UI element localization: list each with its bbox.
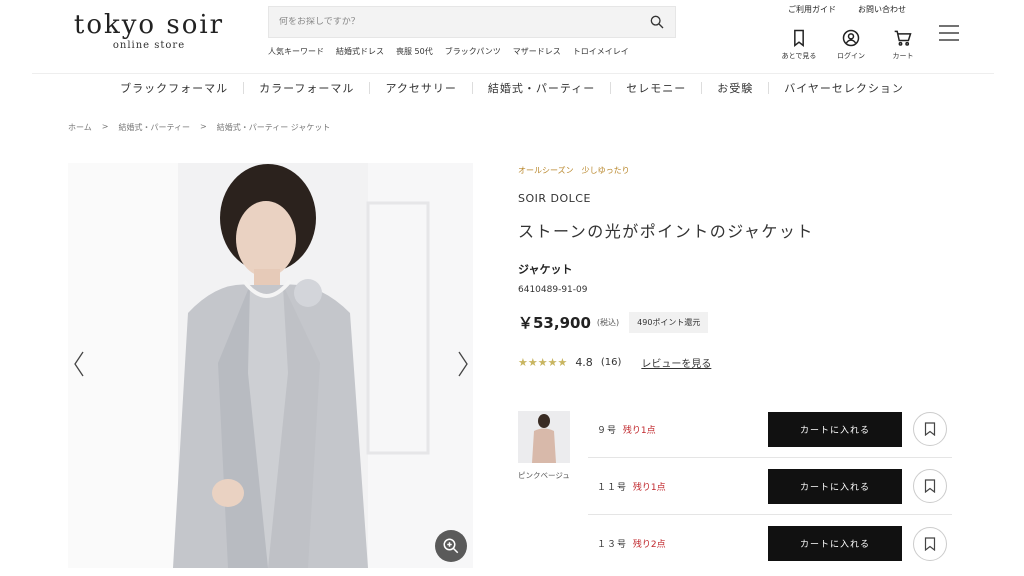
points-badge: 490ポイント還元	[629, 312, 709, 333]
category-color-formal[interactable]: カラーフォーマル	[244, 80, 369, 96]
size-label: １３号 残り2点	[588, 537, 758, 550]
size-row: １３号 残り2点 カートに入れる	[588, 515, 952, 572]
size-label: ９号 残り1点	[588, 423, 758, 436]
review-count: (16)	[600, 357, 622, 368]
cart-label: カート	[892, 52, 914, 60]
breadcrumb-home[interactable]: ホーム	[68, 122, 92, 133]
rating-value: 4.8	[575, 356, 593, 369]
breadcrumb-separator: >	[200, 122, 207, 131]
category-wedding-party[interactable]: 結婚式・パーティー	[473, 80, 610, 96]
zoom-button[interactable]	[435, 530, 467, 562]
keyword-link[interactable]: ブラックパンツ	[445, 46, 501, 57]
review-link[interactable]: レビューを見る	[641, 355, 711, 370]
favorite-button[interactable]	[913, 412, 947, 446]
popular-keywords: 人気キーワード 結婚式ドレス 喪服 50代 ブラックパンツ マザードレス トロイ…	[268, 46, 629, 57]
product-type: ジャケット	[518, 263, 573, 276]
bookmark-icon	[924, 479, 936, 493]
keyword-link[interactable]: 喪服 50代	[396, 46, 433, 57]
size-value: １３号	[597, 540, 628, 550]
category-accessories[interactable]: アクセサリー	[370, 80, 471, 96]
favorite-button[interactable]	[913, 469, 947, 503]
saved-items-button[interactable]: あとで見る	[780, 28, 818, 61]
breadcrumb-current: 結婚式・パーティー ジャケット	[216, 123, 331, 132]
category-black-formal[interactable]: ブラックフォーマル	[105, 80, 243, 96]
header-divider	[32, 73, 994, 74]
add-to-cart-button[interactable]: カートに入れる	[768, 468, 902, 504]
user-icon	[842, 29, 860, 47]
size-value: ９号	[597, 425, 618, 436]
keyword-link[interactable]: マザードレス	[513, 46, 561, 57]
logo-sub-text: online store	[112, 40, 186, 51]
product-title: ストーンの光がポイントのジャケット	[518, 222, 814, 241]
cart-button[interactable]: カート	[884, 28, 922, 61]
product-photo	[68, 163, 473, 568]
hamburger-menu-icon[interactable]	[938, 24, 960, 42]
login-button[interactable]: ログイン	[832, 28, 870, 61]
stock-status: 残り2点	[632, 540, 666, 550]
tax-note: (税込)	[596, 318, 620, 327]
product-code: 6410489-91-09	[518, 285, 588, 295]
breadcrumb-separator: >	[101, 122, 109, 131]
breadcrumb-category[interactable]: 結婚式・パーティー	[118, 122, 190, 133]
logo-main-text: tokyo soir	[73, 10, 225, 40]
size-value: １１号	[597, 482, 628, 493]
size-row: ９号 残り1点 カートに入れる	[588, 401, 952, 458]
swatch-thumbnail	[518, 411, 570, 463]
contact-link[interactable]: お問い合わせ	[858, 4, 906, 15]
category-nav: ブラックフォーマル カラーフォーマル アクセサリー 結婚式・パーティー セレモニ…	[0, 80, 1024, 96]
stock-status: 残り1点	[632, 482, 666, 493]
size-label: １１号 残り1点	[588, 480, 758, 493]
bookmark-icon	[924, 536, 936, 551]
utility-links: ご利用ガイド お問い合わせ	[788, 4, 906, 15]
guide-link[interactable]: ご利用ガイド	[788, 4, 836, 15]
category-buyer-selection[interactable]: バイヤーセレクション	[769, 80, 919, 96]
keywords-heading: 人気キーワード	[268, 47, 324, 56]
add-to-cart-button[interactable]: カートに入れる	[768, 526, 902, 561]
search-input[interactable]	[279, 17, 649, 27]
rating-row: ★★★★★ 4.8 (16) レビューを見る	[518, 355, 711, 370]
stock-status: 残り1点	[622, 425, 656, 436]
search-bar	[268, 6, 676, 38]
product-tags: オールシーズン 少しゆったり	[518, 165, 630, 176]
site-logo[interactable]: tokyo soir online store	[68, 10, 230, 51]
prev-image-arrow-icon[interactable]	[72, 350, 86, 378]
keyword-link[interactable]: トロイメイレイ	[573, 46, 629, 57]
color-swatch[interactable]	[518, 411, 570, 463]
fit-tag: 少しゆったり	[581, 166, 630, 175]
price-row: ￥53,900 (税込) 490ポイント還元	[518, 312, 709, 333]
add-to-cart-button[interactable]: カートに入れる	[768, 411, 902, 447]
brand-name[interactable]: SOIR DOLCE	[518, 192, 591, 205]
rating-stars: ★★★★★	[518, 356, 568, 369]
search-icon[interactable]	[649, 14, 665, 30]
season-tag: オールシーズン	[518, 166, 574, 175]
favorite-button[interactable]	[913, 526, 947, 561]
zoom-in-icon	[443, 538, 459, 554]
category-ceremony[interactable]: セレモニー	[611, 80, 701, 96]
color-name: ピンクベージュ	[518, 471, 570, 480]
keyword-link[interactable]: 結婚式ドレス	[336, 46, 384, 57]
bookmark-icon	[924, 422, 936, 436]
breadcrumb: ホーム > 結婚式・パーティー > 結婚式・パーティー ジャケット	[68, 122, 330, 133]
product-image[interactable]	[68, 163, 473, 568]
size-row: １１号 残り1点 カートに入れる	[588, 458, 952, 515]
saved-items-label: あとで見る	[781, 52, 817, 60]
next-image-arrow-icon[interactable]	[456, 350, 470, 378]
bookmark-icon	[794, 29, 804, 48]
category-exam[interactable]: お受験	[702, 80, 768, 96]
header-icon-nav: あとで見る ログイン カート	[780, 28, 922, 61]
product-price: ￥53,900	[518, 314, 591, 332]
login-label: ログイン	[837, 52, 865, 60]
cart-icon	[894, 30, 912, 46]
